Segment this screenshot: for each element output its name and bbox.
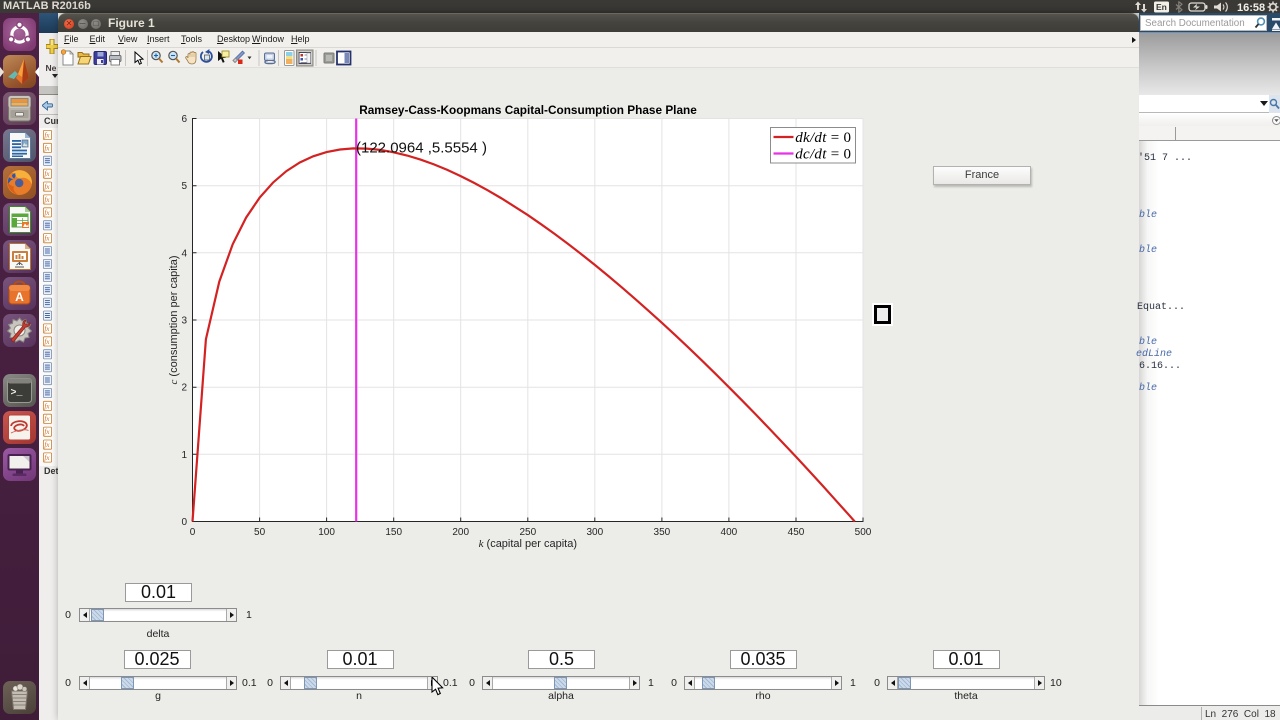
svg-text:1: 1 bbox=[181, 450, 187, 461]
svg-text:250: 250 bbox=[519, 527, 536, 538]
svg-text:100: 100 bbox=[318, 527, 335, 538]
svg-text:5: 5 bbox=[181, 181, 187, 192]
svg-text:c (consumption per capita): c (consumption per capita) bbox=[168, 255, 180, 384]
svg-text:Ramsey-Cass-Koopmans Capital-C: Ramsey-Cass-Koopmans Capital-Consumption… bbox=[359, 103, 697, 117]
svg-text:k (capital per capita): k (capital per capita) bbox=[479, 538, 577, 550]
svg-text:(122.0964 ,5.5554 ): (122.0964 ,5.5554 ) bbox=[356, 140, 487, 157]
svg-text:0: 0 bbox=[190, 527, 196, 538]
svg-text:6: 6 bbox=[181, 114, 187, 125]
svg-text:50: 50 bbox=[254, 527, 266, 538]
svg-text:3: 3 bbox=[181, 316, 187, 327]
svg-text:400: 400 bbox=[721, 527, 738, 538]
svg-text:350: 350 bbox=[654, 527, 671, 538]
svg-text:300: 300 bbox=[586, 527, 603, 538]
svg-text:0: 0 bbox=[181, 517, 187, 528]
svg-text:150: 150 bbox=[385, 527, 402, 538]
svg-text:500: 500 bbox=[855, 527, 872, 538]
svg-text:450: 450 bbox=[788, 527, 805, 538]
svg-text:2: 2 bbox=[181, 383, 187, 394]
svg-text:dc/dt = 0: dc/dt = 0 bbox=[795, 147, 851, 163]
svg-text:200: 200 bbox=[452, 527, 469, 538]
svg-text:4: 4 bbox=[181, 248, 187, 259]
svg-text:dk/dt = 0: dk/dt = 0 bbox=[795, 130, 851, 146]
